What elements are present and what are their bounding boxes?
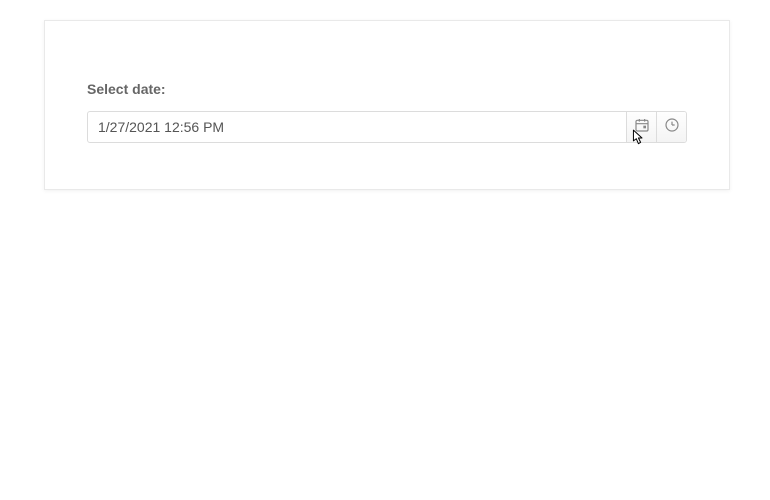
clock-icon: [664, 117, 680, 138]
datetime-input-wrapper: [87, 111, 687, 143]
date-picker-card: Select date:: [44, 20, 730, 190]
datetime-input[interactable]: [88, 112, 626, 142]
clock-button[interactable]: [656, 112, 686, 142]
field-label: Select date:: [87, 81, 687, 97]
calendar-icon: [634, 117, 650, 138]
calendar-button[interactable]: [626, 112, 656, 142]
